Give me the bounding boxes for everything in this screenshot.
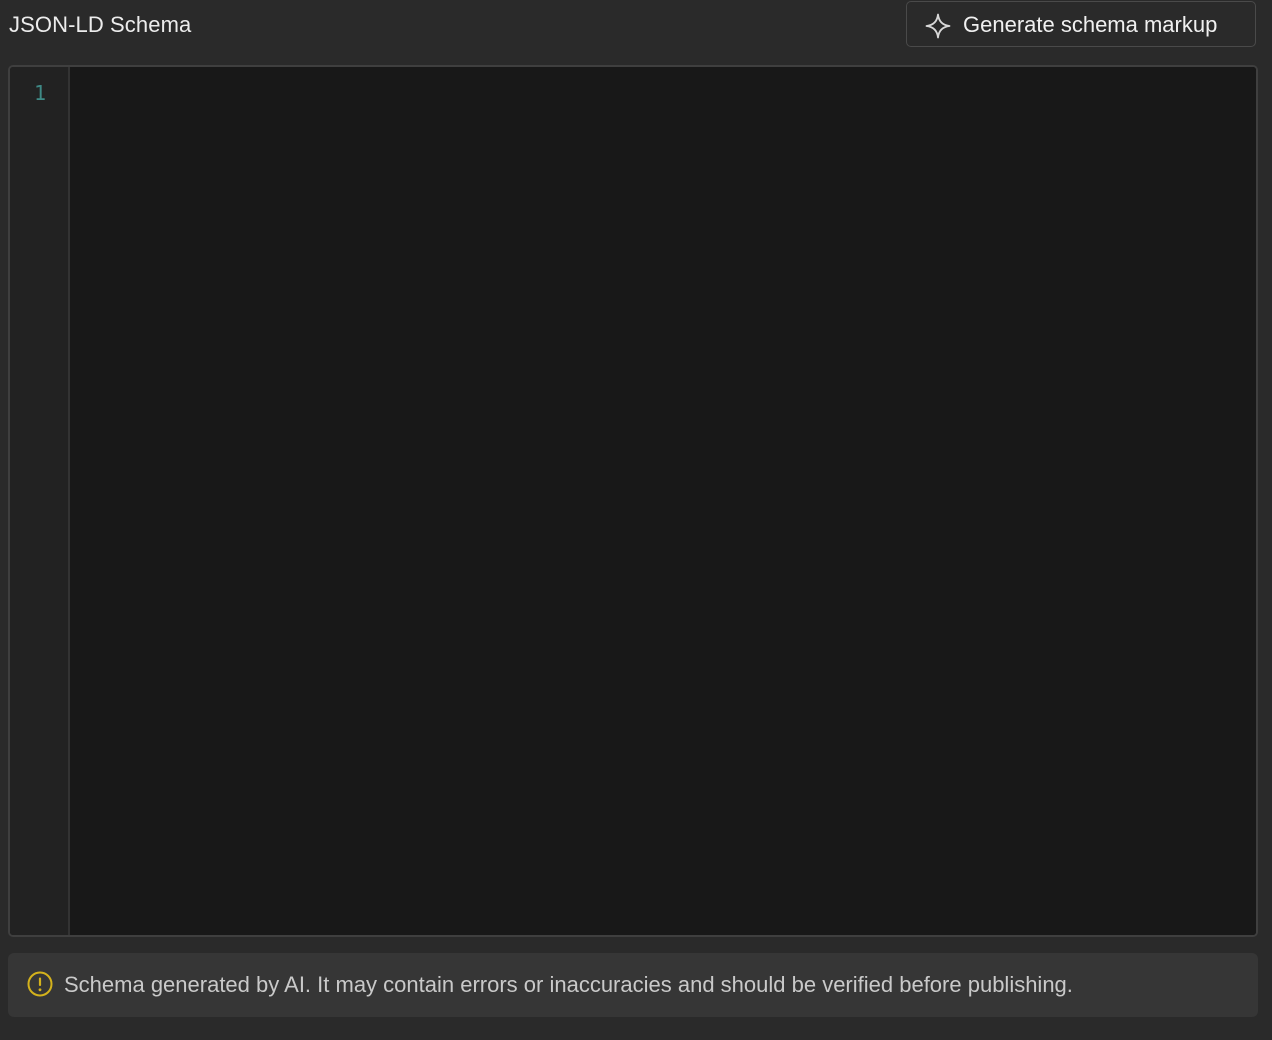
generate-schema-button-label: Generate schema markup [963,12,1218,37]
line-number-gutter: 1 [10,67,70,935]
panel-title: JSON-LD Schema [9,12,192,37]
code-editor[interactable]: 1 [8,65,1258,937]
generate-schema-button[interactable]: Generate schema markup [906,1,1256,47]
warning-icon [27,971,53,997]
code-input-area[interactable] [70,67,1256,935]
line-number: 1 [34,81,47,105]
ai-disclaimer-text: Schema generated by AI. It may contain e… [64,972,1073,997]
ai-disclaimer-notice: Schema generated by AI. It may contain e… [8,953,1258,1017]
sparkle-icon [925,13,951,39]
schema-panel: JSON-LD Schema Generate schema markup 1 … [0,0,1272,1040]
panel-header: JSON-LD Schema Generate schema markup [0,0,1272,50]
